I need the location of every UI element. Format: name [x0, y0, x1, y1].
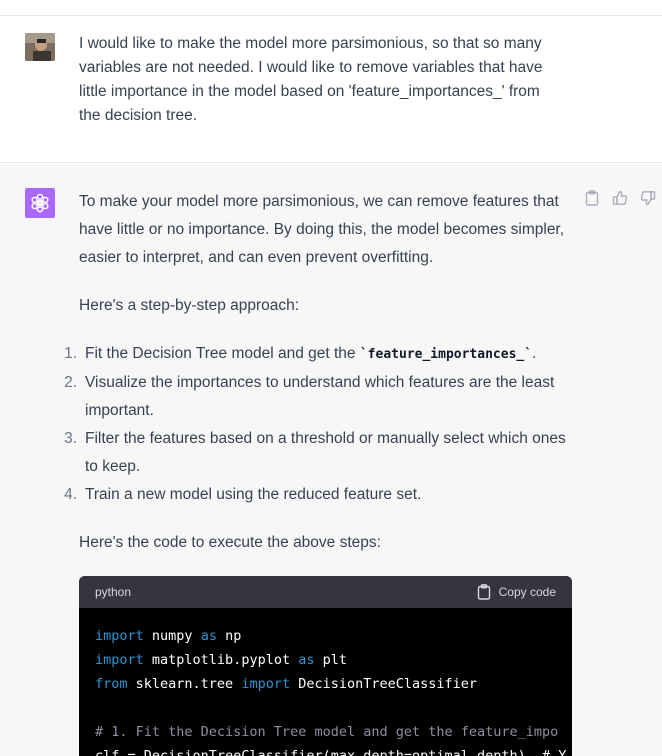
- code-content: import numpy as np import matplotlib.pyp…: [79, 608, 572, 756]
- code-intro: Here's the code to execute the above ste…: [79, 534, 381, 551]
- thumbs-up-icon[interactable]: [612, 190, 628, 206]
- inline-code: `feature_importances_`: [359, 347, 533, 362]
- step-text-end: .: [532, 345, 537, 362]
- list-item: 4. Train a new model using the reduced fe…: [64, 481, 574, 509]
- assistant-avatar: [25, 188, 55, 218]
- steps-list: 1. Fit the Decision Tree model and get th…: [64, 340, 574, 509]
- openai-logo-icon: [31, 193, 49, 213]
- code-line-2: import matplotlib.pyplot as plt: [95, 652, 347, 668]
- user-message-text: I would like to make the model more pars…: [79, 35, 543, 124]
- code-comment: # 1. Fit the Decision Tree model and get…: [95, 724, 559, 740]
- assistant-content: To make your model more parsimonious, we…: [64, 188, 574, 577]
- code-header: python Copy code: [79, 576, 572, 608]
- step-text: Fit the Decision Tree model and get the: [85, 345, 360, 362]
- code-line-1: import numpy as np: [95, 628, 242, 644]
- step-number: 4.: [64, 486, 77, 503]
- user-message: I would like to make the model more pars…: [0, 16, 662, 163]
- code-block: python Copy code import numpy as np impo…: [79, 576, 572, 756]
- copy-code-button[interactable]: Copy code: [477, 584, 556, 600]
- step-text: Train a new model using the reduced feat…: [85, 486, 422, 503]
- step-number: 3.: [64, 430, 77, 447]
- code-language: python: [95, 585, 132, 599]
- user-avatar: [25, 33, 55, 61]
- clipboard-icon: [477, 584, 490, 600]
- list-item: 2. Visualize the importances to understan…: [64, 369, 574, 425]
- copy-code-label: Copy code: [498, 585, 556, 599]
- step-text: Filter the features based on a threshold…: [85, 430, 566, 475]
- list-item: 1. Fit the Decision Tree model and get th…: [64, 340, 574, 369]
- step-text: Visualize the importances to understand …: [85, 374, 555, 419]
- top-bar: [0, 0, 662, 16]
- copy-icon[interactable]: [584, 190, 600, 206]
- code-line-5: clf = DecisionTreeClassifier(max_depth=o…: [95, 748, 567, 756]
- step-number: 1.: [64, 345, 77, 362]
- code-line-3: from sklearn.tree import DecisionTreeCla…: [95, 676, 478, 692]
- intro-paragraph: To make your model more parsimonious, we…: [79, 193, 565, 266]
- assistant-message: To make your model more parsimonious, we…: [0, 164, 662, 756]
- approach-label: Here's a step-by-step approach:: [79, 297, 300, 314]
- step-number: 2.: [64, 374, 77, 391]
- message-actions: [584, 190, 656, 206]
- list-item: 3. Filter the features based on a thresho…: [64, 425, 574, 481]
- thumbs-down-icon[interactable]: [640, 190, 656, 206]
